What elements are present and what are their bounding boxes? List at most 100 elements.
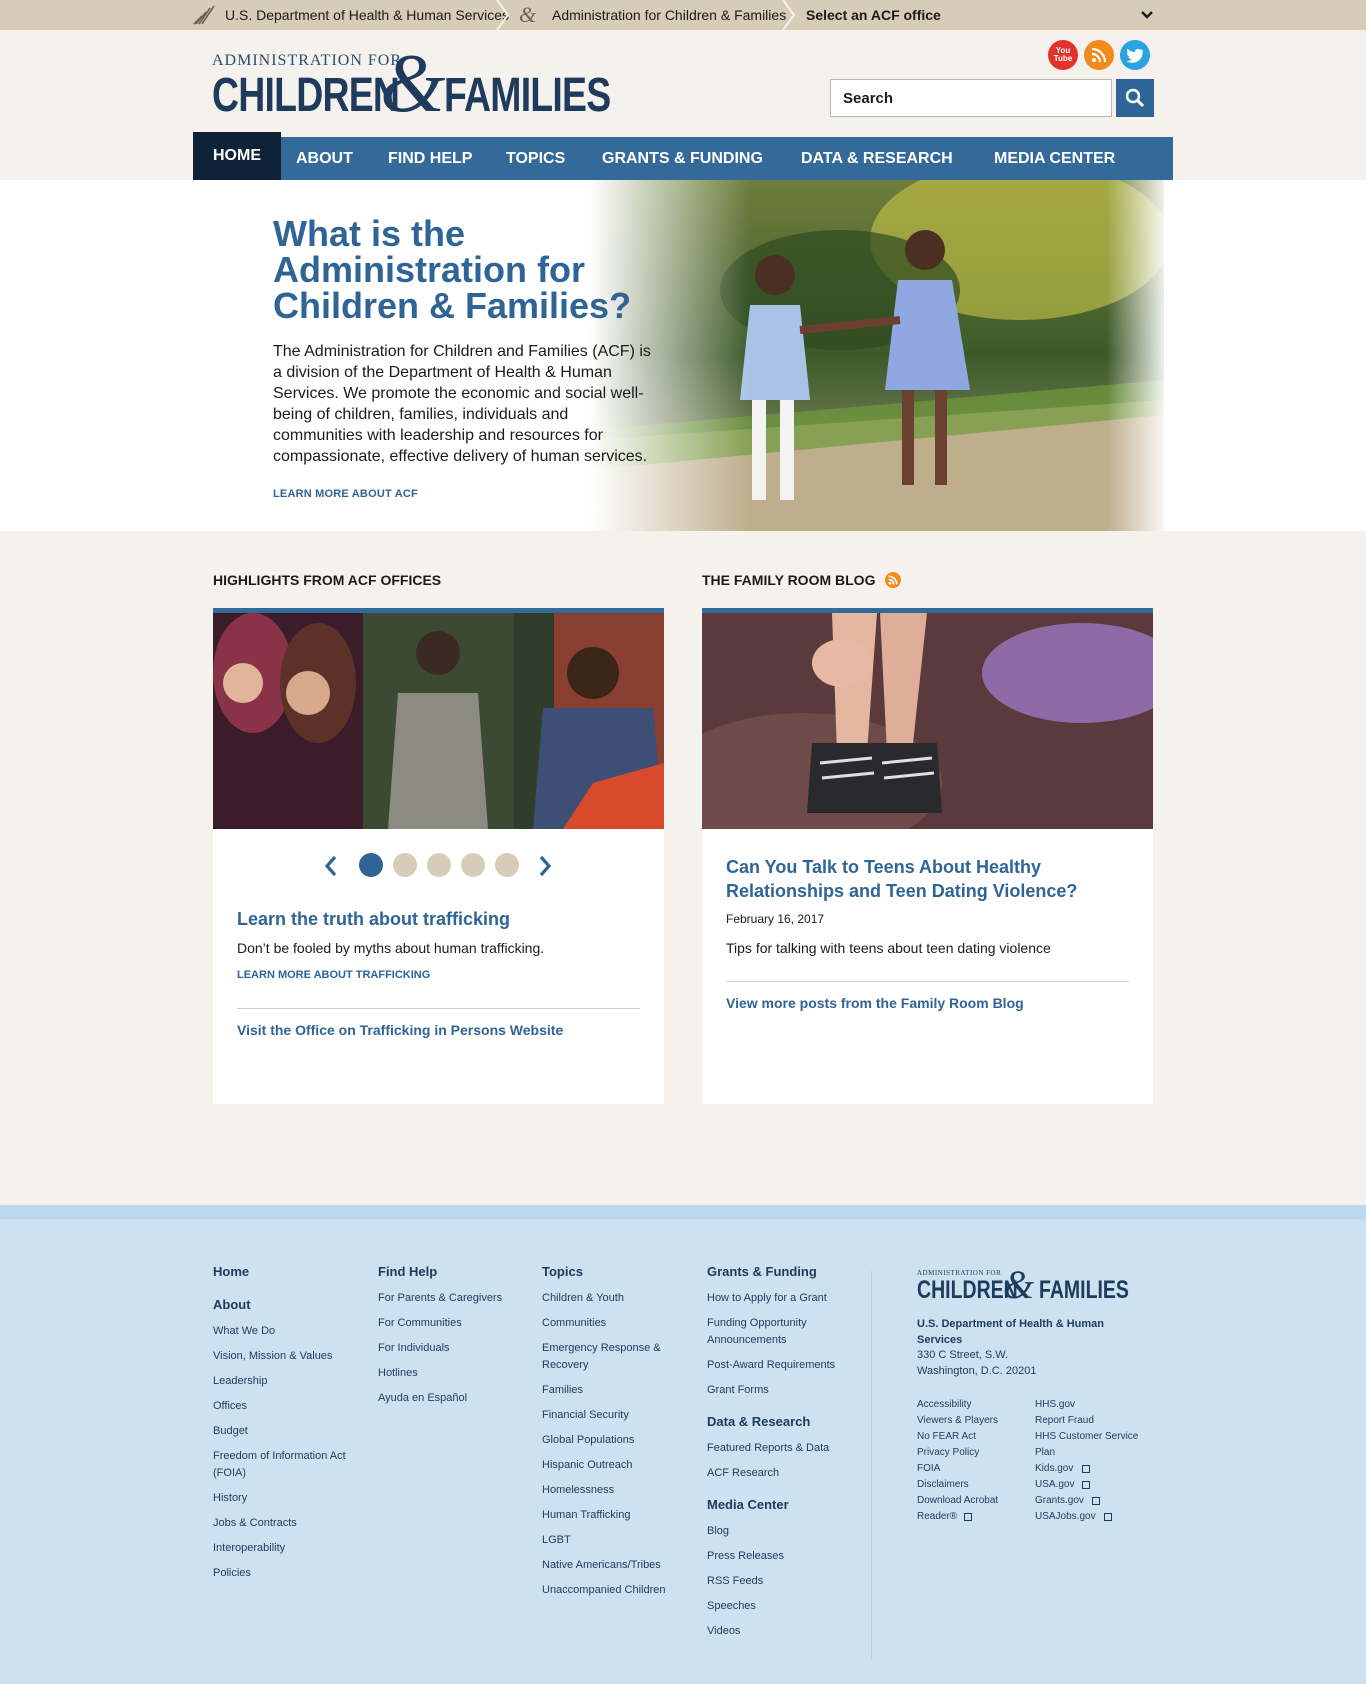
footer-small-link[interactable]: Viewers & Players (917, 1415, 998, 1426)
footer-link[interactable]: LGBT (542, 1532, 571, 1549)
blog-post-text: Tips for talking with teens about teen d… (726, 940, 1051, 956)
footer-link[interactable]: Interoperability (213, 1540, 285, 1557)
footer-link[interactable]: RSS Feeds (707, 1573, 763, 1590)
footer-small-link[interactable]: HHS Customer Service (1035, 1431, 1138, 1442)
footer-link[interactable]: Speeches (707, 1598, 756, 1615)
nav-find-help[interactable]: FIND HELP (388, 137, 472, 180)
footer-link[interactable]: Budget (213, 1423, 248, 1440)
footer-link[interactable]: Post-Award Requirements (707, 1357, 835, 1374)
search-button[interactable] (1116, 79, 1154, 117)
footer-small-link[interactable]: HHS.gov (1035, 1399, 1075, 1410)
footer-link[interactable]: Native Americans/Tribes (542, 1557, 661, 1574)
acf-office-select[interactable]: Select an ACF office (806, 0, 941, 30)
footer-link[interactable]: Communities (542, 1315, 606, 1332)
acf-ampersand-icon: & (519, 2, 537, 27)
footer-home[interactable]: Home (213, 1264, 249, 1279)
footer-small-link[interactable]: Report Fraud (1035, 1415, 1094, 1426)
footer-link[interactable]: Freedom of Information Act (FOIA) (213, 1448, 363, 1482)
footer-link[interactable]: For Individuals (378, 1340, 450, 1357)
highlight-title[interactable]: Learn the truth about trafficking (237, 907, 510, 931)
search-input[interactable] (830, 79, 1112, 117)
footer-link[interactable]: Funding Opportunity Announcements (707, 1315, 827, 1349)
nav-media-center[interactable]: MEDIA CENTER (994, 137, 1115, 180)
footer-about[interactable]: About (213, 1297, 251, 1312)
footer-small-link[interactable]: Grants.gov (1035, 1495, 1084, 1506)
footer-small-link[interactable]: Download Acrobat (917, 1495, 998, 1506)
blog-rss-icon[interactable] (885, 572, 901, 588)
footer-link[interactable]: Global Populations (542, 1432, 634, 1449)
footer-link[interactable]: Homelessness (542, 1482, 614, 1499)
blog-more-link[interactable]: View more posts from the Family Room Blo… (726, 995, 1024, 1011)
footer-small-link[interactable]: No FEAR Act (917, 1431, 976, 1442)
footer-link[interactable]: Financial Security (542, 1407, 629, 1424)
carousel-dot-3[interactable] (427, 853, 451, 877)
footer-link[interactable]: Families (542, 1382, 583, 1399)
trafficking-carousel-image[interactable] (213, 613, 664, 829)
footer-link[interactable]: Videos (707, 1623, 740, 1640)
footer-data-research[interactable]: Data & Research (707, 1414, 810, 1429)
footer-small-link[interactable]: Privacy Policy (917, 1447, 979, 1458)
trafficking-office-link[interactable]: Visit the Office on Trafficking in Perso… (237, 1022, 563, 1038)
nav-about[interactable]: ABOUT (296, 137, 353, 180)
rss-icon[interactable] (1084, 40, 1114, 70)
learn-more-acf-link[interactable]: LEARN MORE ABOUT ACF (273, 488, 418, 500)
footer-small-link[interactable]: Kids.gov (1035, 1463, 1073, 1474)
footer-link[interactable]: Press Releases (707, 1548, 784, 1565)
carousel-dot-1[interactable] (359, 853, 383, 877)
chevron-down-icon[interactable] (1140, 10, 1154, 20)
acf-link[interactable]: Administration for Children & Families (552, 0, 786, 30)
footer-link[interactable]: Vision, Mission & Values (213, 1348, 332, 1365)
footer-link[interactable]: For Parents & Caregivers (378, 1290, 502, 1307)
hhs-link[interactable]: U.S. Department of Health & Human Servic… (225, 0, 509, 30)
nav-grants-funding[interactable]: GRANTS & FUNDING (602, 137, 763, 180)
external-link-icon (1092, 1497, 1100, 1505)
carousel-next-icon[interactable] (537, 855, 553, 877)
footer-small-link[interactable]: Plan (1035, 1447, 1055, 1458)
carousel-dot-2[interactable] (393, 853, 417, 877)
footer-small-link[interactable]: Disclaimers (917, 1479, 969, 1490)
footer-small-link[interactable]: USAJobs.gov (1035, 1511, 1096, 1522)
footer-find-help[interactable]: Find Help (378, 1264, 437, 1279)
blog-post-image[interactable] (702, 613, 1153, 829)
footer-acf-logo[interactable]: ADMINISTRATION FOR CHILDREN & FAMILIES (917, 1265, 1147, 1309)
footer-link[interactable]: Policies (213, 1565, 251, 1582)
footer-link[interactable]: For Communities (378, 1315, 462, 1332)
carousel-prev-icon[interactable] (323, 855, 339, 877)
footer-link[interactable]: Blog (707, 1523, 729, 1540)
acf-logo[interactable]: ADMINISTRATION FOR CHILDREN & FAMILIES (212, 42, 612, 126)
logo-children: CHILDREN (212, 69, 400, 122)
footer-link[interactable]: Offices (213, 1398, 247, 1415)
footer-small-link[interactable]: Reader® (917, 1511, 957, 1522)
blog-post-title[interactable]: Can You Talk to Teens About Healthy Rela… (726, 855, 1126, 903)
footer-small-link[interactable]: USA.gov (1035, 1479, 1074, 1490)
nav-home[interactable]: HOME (193, 132, 281, 180)
footer-link[interactable]: History (213, 1490, 247, 1507)
footer-media-center[interactable]: Media Center (707, 1497, 789, 1512)
footer-link[interactable]: Ayuda en Español (378, 1390, 467, 1407)
footer-link[interactable]: What We Do (213, 1323, 275, 1340)
footer-link[interactable]: Children & Youth (542, 1290, 624, 1307)
external-link-icon (1104, 1513, 1112, 1521)
twitter-icon[interactable] (1120, 40, 1150, 70)
youtube-icon[interactable]: You Tube (1048, 40, 1078, 70)
footer-link[interactable]: Grant Forms (707, 1382, 769, 1399)
carousel-dot-4[interactable] (461, 853, 485, 877)
footer-link[interactable]: How to Apply for a Grant (707, 1290, 827, 1307)
footer-grants-funding[interactable]: Grants & Funding (707, 1264, 817, 1279)
footer-topics[interactable]: Topics (542, 1264, 583, 1279)
learn-more-trafficking-link[interactable]: LEARN MORE ABOUT TRAFFICKING (237, 969, 430, 981)
carousel-dot-5[interactable] (495, 853, 519, 877)
footer-small-link[interactable]: FOIA (917, 1463, 940, 1474)
footer-link[interactable]: Hotlines (378, 1365, 418, 1382)
footer-link[interactable]: Emergency Response & Recovery (542, 1340, 672, 1374)
footer-link[interactable]: Unaccompanied Children (542, 1582, 666, 1599)
footer-link[interactable]: Jobs & Contracts (213, 1515, 297, 1532)
footer-small-link[interactable]: Accessibility (917, 1399, 971, 1410)
footer-link[interactable]: Human Trafficking (542, 1507, 630, 1524)
footer-link[interactable]: Leadership (213, 1373, 267, 1390)
footer-link[interactable]: Featured Reports & Data (707, 1440, 829, 1457)
nav-topics[interactable]: TOPICS (506, 137, 565, 180)
footer-link[interactable]: ACF Research (707, 1465, 779, 1482)
footer-link[interactable]: Hispanic Outreach (542, 1457, 633, 1474)
nav-data-research[interactable]: DATA & RESEARCH (801, 137, 953, 180)
